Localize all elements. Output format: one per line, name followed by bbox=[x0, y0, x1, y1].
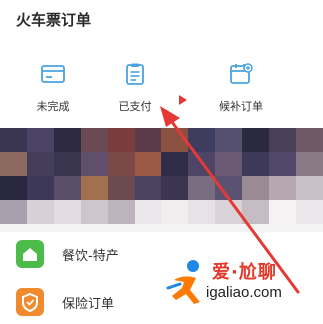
pixelated-image bbox=[0, 128, 323, 224]
mosaic-cell bbox=[80, 200, 108, 224]
mosaic-cell bbox=[107, 200, 135, 224]
order-tabs: 未完成 已支付 候补订单 bbox=[0, 60, 323, 130]
mosaic-cell bbox=[107, 152, 135, 176]
mosaic-cell bbox=[296, 152, 323, 176]
runner-logo-icon bbox=[166, 260, 200, 304]
service-item-food-label: 餐饮-特产 bbox=[62, 249, 119, 264]
mosaic-cell bbox=[26, 200, 54, 224]
tab-paid-label: 已支付 bbox=[118, 100, 152, 113]
mosaic-cell bbox=[161, 176, 189, 200]
mosaic-cell bbox=[242, 152, 270, 176]
mosaic-cell bbox=[269, 200, 297, 224]
mosaic-cell bbox=[242, 128, 270, 152]
mosaic-cell bbox=[242, 200, 270, 224]
mosaic-cell bbox=[26, 152, 54, 176]
watermark-brand: 爱·尬聊 bbox=[212, 262, 277, 283]
card-icon bbox=[41, 65, 65, 83]
watermark: 爱·尬聊 igaliao.com bbox=[166, 256, 316, 314]
mosaic-cell bbox=[80, 152, 108, 176]
mosaic-cell bbox=[53, 128, 81, 152]
mosaic-cell bbox=[53, 176, 81, 200]
mosaic-cell bbox=[26, 176, 54, 200]
mosaic-cell bbox=[215, 128, 243, 152]
mosaic-cell bbox=[107, 128, 135, 152]
mosaic-cell bbox=[134, 128, 162, 152]
home-icon bbox=[16, 240, 44, 268]
tab-paid[interactable]: 已支付 bbox=[100, 60, 170, 128]
mosaic-cell bbox=[134, 200, 162, 224]
mosaic-cell bbox=[134, 152, 162, 176]
divider bbox=[0, 224, 323, 232]
mosaic-cell bbox=[215, 152, 243, 176]
mosaic-cell bbox=[161, 200, 189, 224]
mosaic-cell bbox=[0, 152, 27, 176]
mosaic-cell bbox=[242, 176, 270, 200]
clipboard-icon bbox=[126, 63, 144, 85]
mosaic-cell bbox=[0, 176, 27, 200]
mosaic-cell bbox=[0, 128, 27, 152]
mosaic-cell bbox=[215, 176, 243, 200]
page-title: 火车票订单 bbox=[16, 11, 92, 29]
mosaic-cell bbox=[296, 176, 323, 200]
mosaic-cell bbox=[26, 128, 54, 152]
watermark-url: igaliao.com bbox=[206, 284, 282, 301]
mosaic-cell bbox=[107, 176, 135, 200]
mosaic-cell bbox=[134, 176, 162, 200]
mosaic-cell bbox=[0, 200, 27, 224]
mosaic-cell bbox=[53, 152, 81, 176]
mosaic-cell bbox=[269, 152, 297, 176]
shield-icon bbox=[16, 288, 44, 316]
mosaic-cell bbox=[161, 128, 189, 152]
mosaic-cell bbox=[188, 200, 216, 224]
mosaic-cell bbox=[161, 152, 189, 176]
mosaic-cell bbox=[215, 200, 243, 224]
mosaic-cell bbox=[269, 128, 297, 152]
service-item-insurance-label: 保险订单 bbox=[62, 297, 115, 312]
tab-unfinished[interactable]: 未完成 bbox=[18, 60, 88, 128]
tab-waitlist-label: 候补订单 bbox=[219, 100, 263, 113]
mosaic-cell bbox=[80, 176, 108, 200]
mosaic-cell bbox=[296, 128, 323, 152]
calendar-add-icon bbox=[230, 63, 253, 84]
mosaic-cell bbox=[53, 200, 81, 224]
tab-unfinished-label: 未完成 bbox=[36, 100, 70, 113]
mosaic-cell bbox=[188, 128, 216, 152]
mosaic-cell bbox=[269, 176, 297, 200]
mosaic-cell bbox=[188, 176, 216, 200]
mosaic-cell bbox=[80, 128, 108, 152]
mosaic-cell bbox=[188, 152, 216, 176]
pointer-triangle-icon bbox=[179, 95, 187, 105]
mosaic-cell bbox=[296, 200, 323, 224]
tab-waitlist[interactable]: 候补订单 bbox=[206, 60, 276, 128]
